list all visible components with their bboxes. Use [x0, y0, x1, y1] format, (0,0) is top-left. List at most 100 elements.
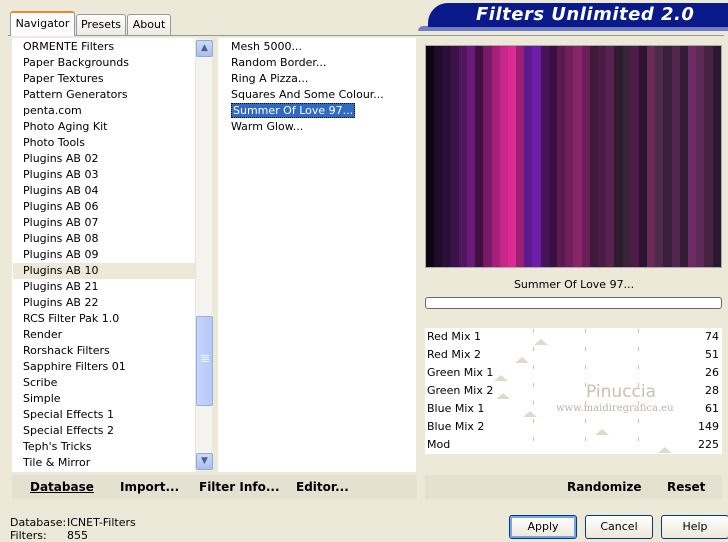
filter-item[interactable]: Warm Glow... [219, 119, 415, 135]
tab-divider [8, 35, 724, 36]
reset-button[interactable]: Reset [667, 480, 705, 494]
category-item[interactable]: Rorshack Filters [13, 343, 195, 359]
tab-presets[interactable]: Presets [76, 14, 126, 35]
slider-value: 28 [705, 384, 719, 397]
scroll-up-button[interactable]: ▲ [196, 40, 213, 57]
category-item[interactable]: Photo Aging Kit [13, 119, 195, 135]
filter-item[interactable]: Mesh 5000... [219, 39, 415, 55]
category-item[interactable]: Plugins AB 22 [13, 295, 195, 311]
preview-stripe [466, 46, 476, 267]
slider-row[interactable]: Red Mix 2 51 [425, 346, 722, 364]
slider-row[interactable]: Green Mix 1 26 [425, 364, 722, 382]
category-scrollbar[interactable]: ▲ ▼ [195, 39, 213, 471]
category-item[interactable]: ORMENTE Filters [13, 39, 195, 55]
category-item[interactable]: Special Effects 2 [13, 423, 195, 439]
category-item[interactable]: Plugins AB 04 [13, 183, 195, 199]
category-item[interactable]: Plugins AB 10 [13, 263, 195, 279]
slider-thumb[interactable] [494, 375, 508, 381]
preview-stripe [491, 46, 500, 267]
slider-row[interactable]: Blue Mix 2 149 [425, 418, 722, 436]
tab-about[interactable]: About [127, 14, 171, 35]
slider-row[interactable]: Mod 225 [425, 436, 722, 454]
filter-list[interactable]: Mesh 5000... Random Border... Ring A Pizza… [218, 38, 416, 472]
preview-stripe [475, 46, 484, 267]
database-button[interactable]: Database [30, 480, 94, 494]
category-item[interactable]: Teph's Tricks [13, 439, 195, 455]
category-item[interactable]: penta.com [13, 103, 195, 119]
preview-stripe [704, 46, 713, 267]
help-button[interactable]: Help [661, 515, 728, 539]
preview-filter-name: Summer Of Love 97... [513, 278, 635, 291]
slider-track[interactable] [480, 437, 690, 453]
slider-track[interactable] [480, 419, 690, 435]
slider-value: 225 [698, 438, 719, 451]
import-button[interactable]: Import... [120, 480, 179, 494]
apply-button[interactable]: Apply [509, 515, 577, 539]
category-list[interactable]: ORMENTE Filters Paper Backgrounds Paper Te… [12, 38, 196, 472]
category-item[interactable]: Photo Tools [13, 135, 195, 151]
preview-stripe [483, 46, 492, 267]
category-item[interactable]: Special Effects 1 [13, 407, 195, 423]
filters-label: Filters: [10, 529, 47, 542]
preview-stripe [597, 46, 607, 267]
slider-thumb[interactable] [533, 339, 548, 345]
preview-stripe [622, 46, 631, 267]
filter-item[interactable]: Summer Of Love 97... [219, 103, 415, 119]
slider-row[interactable]: Green Mix 2 28 [425, 382, 722, 400]
slider-track[interactable] [480, 329, 690, 345]
filter-item[interactable]: Ring A Pizza... [219, 71, 415, 87]
status-database: Database: ICNET-Filters [10, 516, 136, 529]
slider-label: Mod [427, 438, 451, 451]
filter-info-button[interactable]: Filter Info... [199, 480, 280, 494]
slider-row[interactable]: Red Mix 1 74 [425, 328, 722, 346]
preview-stripe [548, 46, 557, 267]
category-item[interactable]: Simple [13, 391, 195, 407]
slider-thumb[interactable] [594, 429, 609, 435]
category-item[interactable]: Sapphire Filters 01 [13, 359, 195, 375]
category-item[interactable]: Paper Backgrounds [13, 55, 195, 71]
category-item[interactable]: Pattern Generators [13, 87, 195, 103]
filter-item[interactable]: Random Border... [219, 55, 415, 71]
cancel-button[interactable]: Cancel [585, 515, 653, 539]
slider-track[interactable] [480, 383, 690, 399]
slider-track[interactable] [480, 347, 690, 363]
category-item[interactable]: Plugins AB 09 [13, 247, 195, 263]
preview-stripe [458, 46, 467, 267]
preview-stripe [638, 46, 648, 267]
category-item[interactable]: Plugins AB 06 [13, 199, 195, 215]
preview-stripe [434, 46, 443, 267]
category-item[interactable]: Scribe [13, 375, 195, 391]
tab-navigator[interactable]: Navigator [10, 11, 75, 36]
category-item[interactable]: Plugins AB 08 [13, 231, 195, 247]
category-item[interactable]: Tile & Mirror [13, 455, 195, 471]
slider-thumb[interactable] [523, 411, 538, 417]
category-item[interactable]: Plugins AB 07 [13, 215, 195, 231]
category-item[interactable]: Plugins AB 21 [13, 279, 195, 295]
preview-stripe [426, 46, 435, 267]
category-item[interactable]: Paper Textures [13, 71, 195, 87]
database-label: Database: [10, 516, 67, 529]
filter-item[interactable]: Squares And Some Colour... [219, 87, 415, 103]
randomize-button[interactable]: Randomize [567, 480, 641, 494]
slider-track[interactable] [480, 365, 690, 381]
category-item[interactable]: RCS Filter Pak 1.0 [13, 311, 195, 327]
preview-stripe [565, 46, 574, 267]
preview-stripe [516, 46, 525, 267]
scroll-down-button[interactable]: ▼ [196, 453, 213, 470]
slider-thumb[interactable] [496, 393, 511, 399]
preview-stripe [712, 46, 721, 267]
preview-stripe [499, 46, 508, 267]
preview-stripe [507, 46, 517, 267]
slider-thumb[interactable] [515, 357, 529, 363]
category-item[interactable]: Render [13, 327, 195, 343]
slider-label: Red Mix 2 [427, 348, 481, 361]
category-item[interactable]: Plugins AB 02 [13, 151, 195, 167]
slider-thumb[interactable] [657, 447, 672, 453]
slider-value: 74 [705, 330, 719, 343]
slider-value: 149 [698, 420, 719, 433]
scroll-thumb[interactable] [196, 316, 213, 406]
editor-button[interactable]: Editor... [296, 480, 349, 494]
preview-stripe [671, 46, 680, 267]
preview-stripe [614, 46, 623, 267]
category-item[interactable]: Plugins AB 03 [13, 167, 195, 183]
